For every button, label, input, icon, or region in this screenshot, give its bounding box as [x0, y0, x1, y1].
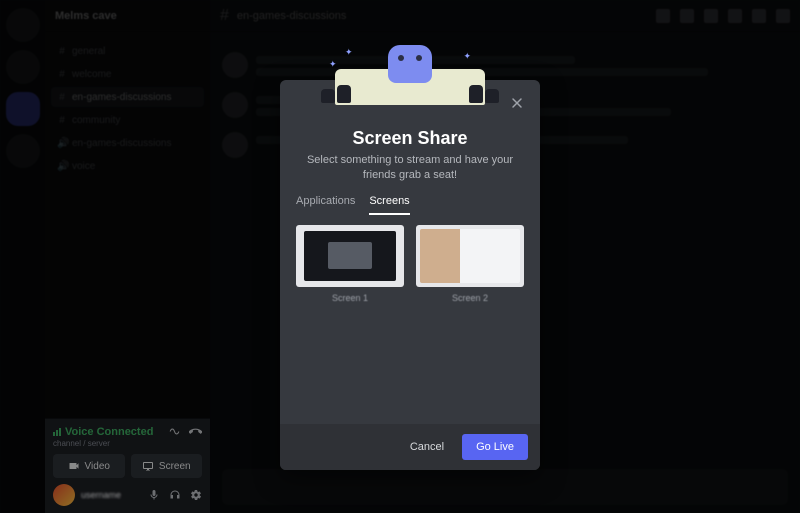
screen-option[interactable]: Screen 1 — [296, 225, 404, 303]
cancel-button[interactable]: Cancel — [400, 435, 454, 459]
screen-label: Screen 2 — [416, 293, 524, 303]
screen-thumbnails: Screen 1 Screen 2 — [280, 215, 540, 303]
screen-label: Screen 1 — [296, 293, 404, 303]
close-button[interactable] — [506, 92, 528, 114]
modal-subtitle: Select something to stream and have your… — [298, 153, 522, 183]
tab-screens[interactable]: Screens — [369, 195, 409, 215]
screen-preview — [296, 225, 404, 287]
screen-preview — [416, 225, 524, 287]
screen-option[interactable]: Screen 2 — [416, 225, 524, 303]
modal-footer: Cancel Go Live — [280, 424, 540, 470]
screen-share-modal: ✦✦✦ Screen Share Select something to str… — [280, 80, 540, 470]
modal-tabs: Applications Screens — [280, 183, 540, 215]
modal-title: Screen Share — [298, 128, 522, 149]
go-live-button[interactable]: Go Live — [462, 434, 528, 460]
tab-applications[interactable]: Applications — [296, 195, 355, 215]
close-icon — [509, 95, 525, 111]
